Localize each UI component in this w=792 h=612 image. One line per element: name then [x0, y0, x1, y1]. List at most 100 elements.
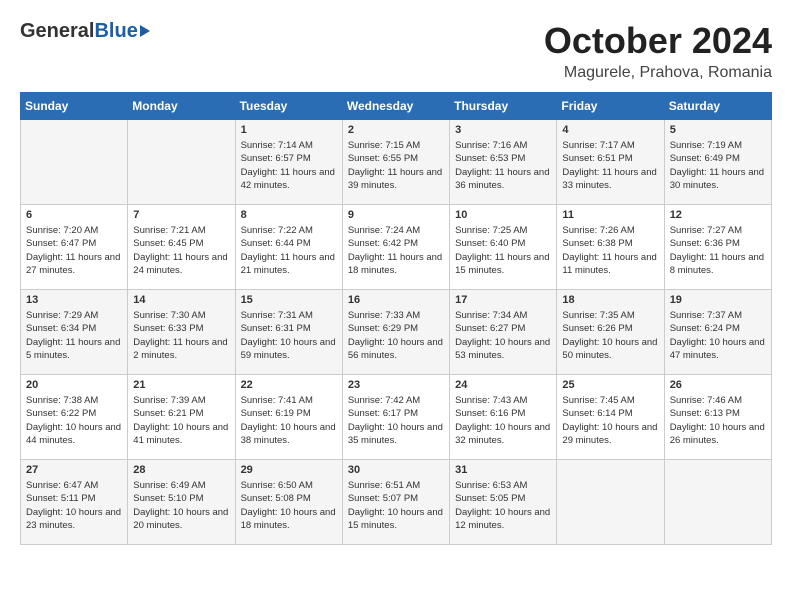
logo-arrow-icon [140, 25, 150, 37]
calendar-cell: 26 Sunrise: 7:46 AM Sunset: 6:13 PM Dayli… [664, 375, 771, 460]
calendar-cell: 8 Sunrise: 7:22 AM Sunset: 6:44 PM Daylig… [235, 205, 342, 290]
day-number: 27 [26, 464, 122, 476]
calendar-cell: 16Sunrise: 7:33 AM Sunset: 6:29 PM Dayli… [342, 290, 449, 375]
day-info: Sunrise: 7:30 AM Sunset: 6:33 PM Dayligh… [133, 309, 229, 362]
day-number: 19 [670, 294, 766, 306]
calendar-cell: 31 Sunrise: 6:53 AM Sunset: 5:05 PM Dayli… [450, 460, 557, 545]
day-number: 1 [241, 124, 337, 136]
day-info: Sunrise: 6:53 AM Sunset: 5:05 PM Dayligh… [455, 479, 551, 532]
calendar-cell: 10 Sunrise: 7:25 AM Sunset: 6:40 PM Dayli… [450, 205, 557, 290]
calendar-week-row: 20Sunrise: 7:38 AM Sunset: 6:22 PM Dayli… [21, 375, 772, 460]
day-info: Sunrise: 7:45 AM Sunset: 6:14 PM Dayligh… [562, 394, 658, 447]
calendar-cell: 14 Sunrise: 7:30 AM Sunset: 6:33 PM Dayli… [128, 290, 235, 375]
day-number: 13 [26, 294, 122, 306]
calendar-cell [128, 120, 235, 205]
day-number: 21 [133, 379, 229, 391]
day-number: 31 [455, 464, 551, 476]
day-number: 16 [348, 294, 444, 306]
day-number: 6 [26, 209, 122, 221]
day-info: Sunrise: 7:27 AM Sunset: 6:36 PM Dayligh… [670, 224, 766, 277]
day-number: 18 [562, 294, 658, 306]
title-block: October 2024 Magurele, Prahova, Romania [544, 20, 772, 82]
calendar-cell: 22 Sunrise: 7:41 AM Sunset: 6:19 PM Dayli… [235, 375, 342, 460]
day-of-week-header: Monday [128, 93, 235, 120]
calendar-cell: 18Sunrise: 7:35 AM Sunset: 6:26 PM Dayli… [557, 290, 664, 375]
day-info: Sunrise: 7:16 AM Sunset: 6:53 PM Dayligh… [455, 139, 551, 192]
calendar-cell [21, 120, 128, 205]
calendar-cell: 11Sunrise: 7:26 AM Sunset: 6:38 PM Dayli… [557, 205, 664, 290]
day-number: 17 [455, 294, 551, 306]
calendar-cell: 4 Sunrise: 7:17 AM Sunset: 6:51 PM Daylig… [557, 120, 664, 205]
day-info: Sunrise: 7:26 AM Sunset: 6:38 PM Dayligh… [562, 224, 658, 277]
day-info: Sunrise: 6:51 AM Sunset: 5:07 PM Dayligh… [348, 479, 444, 532]
calendar-cell [557, 460, 664, 545]
calendar-cell: 2Sunrise: 7:15 AM Sunset: 6:55 PM Daylig… [342, 120, 449, 205]
location-subtitle: Magurele, Prahova, Romania [544, 64, 772, 82]
month-year-title: October 2024 [544, 20, 772, 62]
day-number: 26 [670, 379, 766, 391]
day-number: 25 [562, 379, 658, 391]
calendar-week-row: 6Sunrise: 7:20 AM Sunset: 6:47 PM Daylig… [21, 205, 772, 290]
calendar-cell: 13 Sunrise: 7:29 AM Sunset: 6:34 PM Dayli… [21, 290, 128, 375]
day-of-week-header: Saturday [664, 93, 771, 120]
day-number: 20 [26, 379, 122, 391]
calendar-cell: 21 Sunrise: 7:39 AM Sunset: 6:21 PM Dayli… [128, 375, 235, 460]
day-info: Sunrise: 7:29 AM Sunset: 6:34 PM Dayligh… [26, 309, 122, 362]
calendar-cell: 12 Sunrise: 7:27 AM Sunset: 6:36 PM Dayli… [664, 205, 771, 290]
calendar-cell: 20Sunrise: 7:38 AM Sunset: 6:22 PM Dayli… [21, 375, 128, 460]
day-number: 5 [670, 124, 766, 136]
day-number: 10 [455, 209, 551, 221]
day-number: 4 [562, 124, 658, 136]
calendar-cell: 17Sunrise: 7:34 AM Sunset: 6:27 PM Dayli… [450, 290, 557, 375]
day-info: Sunrise: 7:17 AM Sunset: 6:51 PM Dayligh… [562, 139, 658, 192]
calendar-cell: 24Sunrise: 7:43 AM Sunset: 6:16 PM Dayli… [450, 375, 557, 460]
calendar-header-row: SundayMondayTuesdayWednesdayThursdayFrid… [21, 93, 772, 120]
calendar-week-row: 27Sunrise: 6:47 AM Sunset: 5:11 PM Dayli… [21, 460, 772, 545]
day-info: Sunrise: 6:49 AM Sunset: 5:10 PM Dayligh… [133, 479, 229, 532]
calendar-cell: 3Sunrise: 7:16 AM Sunset: 6:53 PM Daylig… [450, 120, 557, 205]
day-number: 30 [348, 464, 444, 476]
day-number: 22 [241, 379, 337, 391]
day-info: Sunrise: 6:50 AM Sunset: 5:08 PM Dayligh… [241, 479, 337, 532]
day-number: 14 [133, 294, 229, 306]
day-info: Sunrise: 7:25 AM Sunset: 6:40 PM Dayligh… [455, 224, 551, 277]
day-number: 15 [241, 294, 337, 306]
day-number: 7 [133, 209, 229, 221]
calendar-cell: 15Sunrise: 7:31 AM Sunset: 6:31 PM Dayli… [235, 290, 342, 375]
day-info: Sunrise: 7:41 AM Sunset: 6:19 PM Dayligh… [241, 394, 337, 447]
calendar-cell: 27Sunrise: 6:47 AM Sunset: 5:11 PM Dayli… [21, 460, 128, 545]
day-number: 9 [348, 209, 444, 221]
calendar-cell: 5Sunrise: 7:19 AM Sunset: 6:49 PM Daylig… [664, 120, 771, 205]
calendar-cell: 9 Sunrise: 7:24 AM Sunset: 6:42 PM Daylig… [342, 205, 449, 290]
day-info: Sunrise: 7:39 AM Sunset: 6:21 PM Dayligh… [133, 394, 229, 447]
day-of-week-header: Friday [557, 93, 664, 120]
calendar-cell: 30 Sunrise: 6:51 AM Sunset: 5:07 PM Dayli… [342, 460, 449, 545]
calendar-cell: 25 Sunrise: 7:45 AM Sunset: 6:14 PM Dayli… [557, 375, 664, 460]
day-info: Sunrise: 7:37 AM Sunset: 6:24 PM Dayligh… [670, 309, 766, 362]
day-number: 23 [348, 379, 444, 391]
day-info: Sunrise: 7:22 AM Sunset: 6:44 PM Dayligh… [241, 224, 337, 277]
calendar-cell [664, 460, 771, 545]
day-info: Sunrise: 7:15 AM Sunset: 6:55 PM Dayligh… [348, 139, 444, 192]
calendar-cell: 1Sunrise: 7:14 AM Sunset: 6:57 PM Daylig… [235, 120, 342, 205]
day-of-week-header: Thursday [450, 93, 557, 120]
calendar-table: SundayMondayTuesdayWednesdayThursdayFrid… [20, 92, 772, 545]
day-number: 29 [241, 464, 337, 476]
day-info: Sunrise: 7:43 AM Sunset: 6:16 PM Dayligh… [455, 394, 551, 447]
day-info: Sunrise: 7:21 AM Sunset: 6:45 PM Dayligh… [133, 224, 229, 277]
day-number: 12 [670, 209, 766, 221]
day-info: Sunrise: 7:24 AM Sunset: 6:42 PM Dayligh… [348, 224, 444, 277]
calendar-week-row: 13 Sunrise: 7:29 AM Sunset: 6:34 PM Dayli… [21, 290, 772, 375]
logo-blue-text: Blue [94, 20, 137, 43]
day-info: Sunrise: 7:46 AM Sunset: 6:13 PM Dayligh… [670, 394, 766, 447]
logo: General Blue [20, 20, 150, 43]
day-of-week-header: Wednesday [342, 93, 449, 120]
day-of-week-header: Tuesday [235, 93, 342, 120]
day-info: Sunrise: 7:42 AM Sunset: 6:17 PM Dayligh… [348, 394, 444, 447]
calendar-cell: 19 Sunrise: 7:37 AM Sunset: 6:24 PM Dayli… [664, 290, 771, 375]
calendar-cell: 7 Sunrise: 7:21 AM Sunset: 6:45 PM Daylig… [128, 205, 235, 290]
day-number: 28 [133, 464, 229, 476]
logo-general-text: General [20, 20, 94, 43]
day-number: 8 [241, 209, 337, 221]
calendar-cell: 28 Sunrise: 6:49 AM Sunset: 5:10 PM Dayli… [128, 460, 235, 545]
